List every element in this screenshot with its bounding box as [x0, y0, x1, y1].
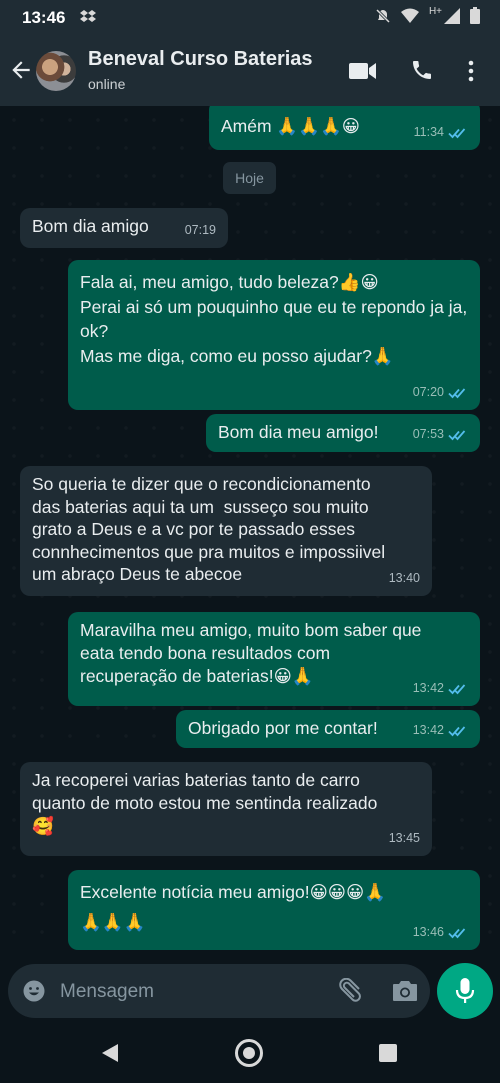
nav-back-icon[interactable]: [100, 1043, 120, 1063]
message-time: 13:42: [412, 723, 444, 737]
message-text: Excelente notícia meu amigo!😀😀😀🙏 🙏🙏🙏: [80, 882, 387, 932]
read-ticks-icon: [448, 127, 466, 138]
signal-icon: [444, 7, 460, 24]
message-text: Ja recoperei varias baterias tanto de ca…: [32, 770, 378, 836]
message-input[interactable]: [58, 974, 332, 1010]
message-bubble-outgoing[interactable]: Fala ai, meu amigo, tudo beleza?👍😀 Perai…: [68, 260, 480, 410]
message-bubble-incoming[interactable]: Bom dia amigo 07:19: [20, 208, 228, 248]
read-ticks-icon: [448, 429, 466, 440]
status-bar: 13:46 H+: [0, 0, 500, 36]
message-bubble-incoming[interactable]: Ja recoperei varias baterias tanto de ca…: [20, 762, 432, 856]
network-type: H+: [428, 6, 442, 17]
message-time: 13:46: [412, 925, 444, 939]
message-bubble-outgoing[interactable]: Maravilha meu amigo, muito bom saber que…: [68, 612, 480, 706]
camera-icon[interactable]: [392, 979, 418, 1003]
chat-header: Beneval Curso Baterias online: [0, 36, 500, 106]
contact-status: online: [88, 76, 126, 92]
dropbox-icon: [80, 9, 96, 30]
message-time: 13:42: [412, 681, 444, 695]
arrow-left-icon[interactable]: [8, 56, 34, 84]
date-separator: Hoje: [223, 162, 276, 194]
message-time: 13:40: [388, 571, 420, 585]
read-ticks-icon: [448, 387, 466, 398]
paperclip-icon[interactable]: [336, 978, 362, 1004]
read-ticks-icon: [448, 683, 466, 694]
android-navbar: [0, 1026, 500, 1083]
message-text: Fala ai, meu amigo, tudo beleza?👍😀 Perai…: [80, 272, 468, 366]
message-composer: [8, 964, 430, 1018]
mic-icon: [455, 978, 475, 1003]
read-ticks-icon: [448, 725, 466, 736]
contact-name[interactable]: Beneval Curso Baterias: [88, 48, 313, 71]
message-time: 07:19: [184, 223, 216, 237]
emoji-icon[interactable]: [22, 979, 46, 1003]
contact-avatar[interactable]: [36, 51, 76, 91]
read-ticks-icon: [448, 927, 466, 938]
nav-recents-icon[interactable]: [379, 1044, 397, 1062]
message-time: 11:34: [413, 125, 444, 139]
chat-area[interactable]: Amém 🙏🙏🙏😀 11:34 Hoje Bom dia amigo 07:19…: [0, 106, 500, 958]
wifi-icon: [400, 8, 419, 23]
nav-home-icon[interactable]: [235, 1039, 263, 1067]
message-bubble-outgoing[interactable]: Amém 🙏🙏🙏😀 11:34: [209, 106, 480, 150]
message-text: So queria te dizer que o recondicionamen…: [32, 474, 390, 584]
status-time: 13:46: [22, 8, 66, 27]
message-time: 07:20: [412, 385, 444, 399]
message-time: 13:45: [388, 831, 420, 845]
message-time: 07:53: [412, 427, 444, 441]
more-vert-icon[interactable]: [467, 59, 475, 83]
battery-icon: [470, 7, 480, 24]
message-bubble-incoming[interactable]: So queria te dizer que o recondicionamen…: [20, 466, 432, 596]
message-bubble-outgoing[interactable]: Obrigado por me contar! 13:42: [176, 710, 480, 748]
message-bubble-outgoing[interactable]: Bom dia meu amigo! 07:53: [206, 414, 480, 452]
video-call-icon[interactable]: [349, 60, 377, 82]
mic-button[interactable]: [437, 963, 493, 1019]
message-text: Maravilha meu amigo, muito bom saber que…: [80, 620, 427, 686]
message-bubble-outgoing[interactable]: Excelente notícia meu amigo!😀😀😀🙏 🙏🙏🙏 13:…: [68, 870, 480, 950]
phone-icon[interactable]: [410, 58, 434, 82]
mute-icon: [375, 8, 390, 23]
